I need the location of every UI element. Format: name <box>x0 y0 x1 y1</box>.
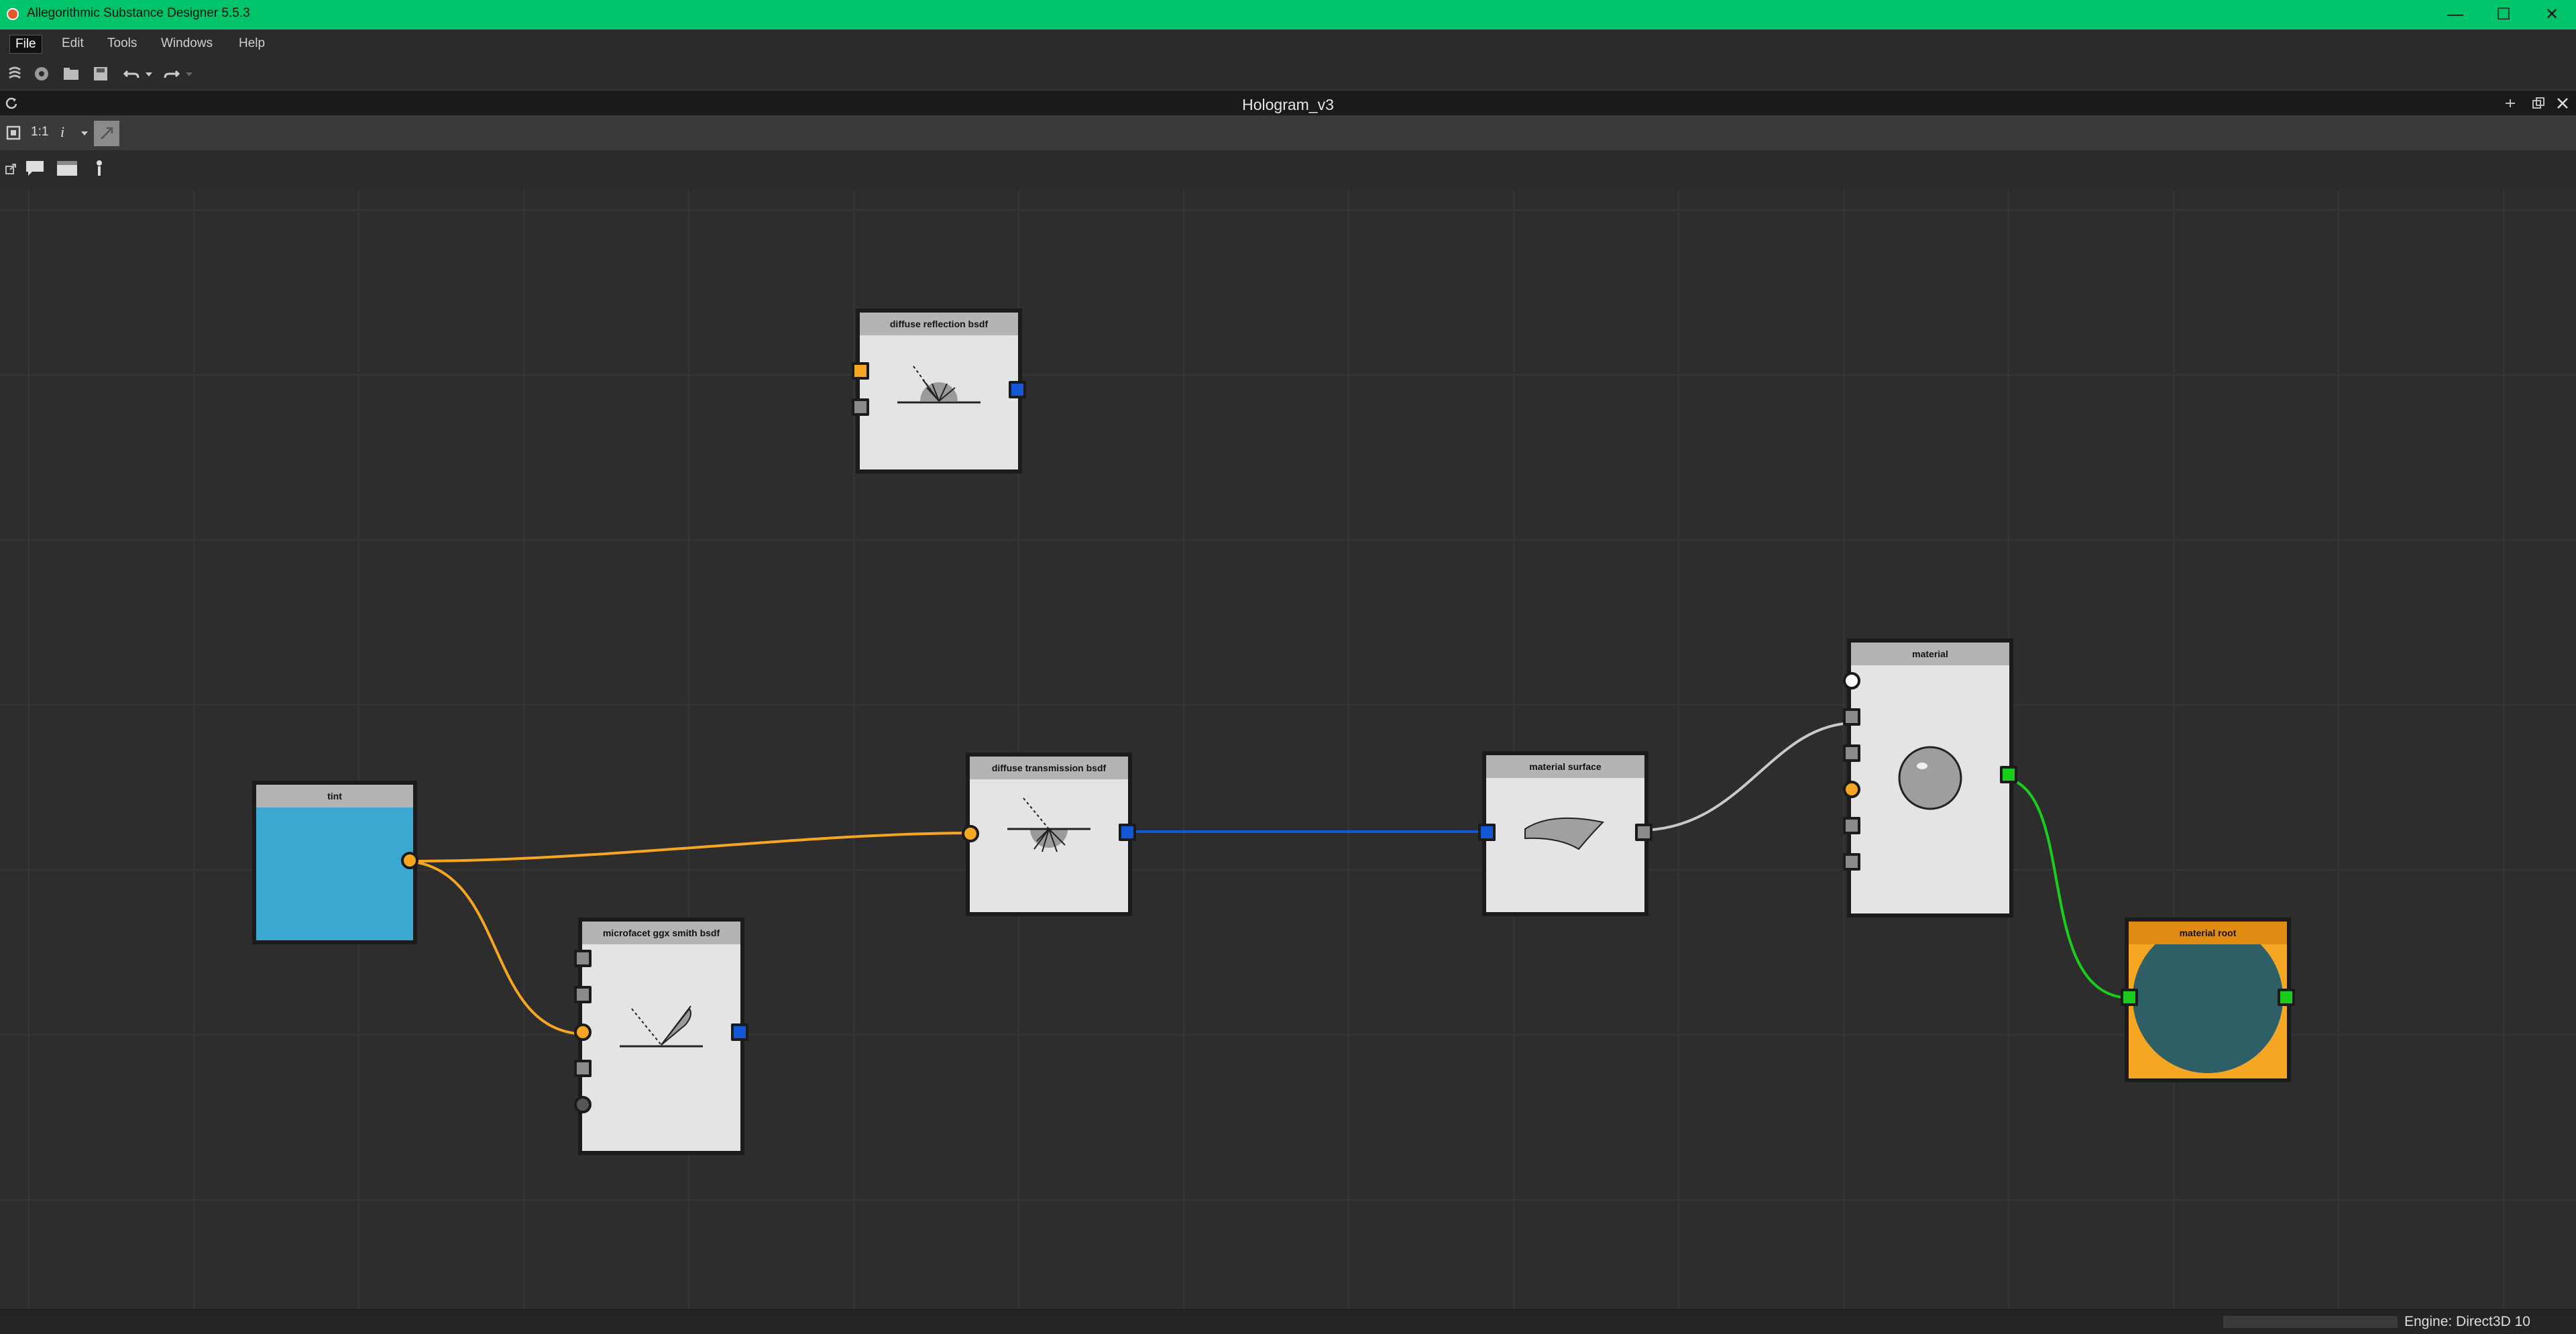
input-port-surface[interactable] <box>1843 708 1860 726</box>
microfacet-icon <box>620 1005 703 1048</box>
comment-icon[interactable] <box>24 158 46 178</box>
menu-tools[interactable]: Tools <box>102 35 142 52</box>
output-port-color[interactable] <box>401 852 418 869</box>
sphere-icon <box>1898 746 1962 810</box>
pin-dot-icon[interactable] <box>93 158 106 178</box>
output-port-material[interactable] <box>2278 989 2295 1006</box>
output-port-bsdf[interactable] <box>1009 381 1026 398</box>
node-title: material surface <box>1486 755 1644 778</box>
frame-icon[interactable] <box>55 158 79 178</box>
node-tint[interactable]: tint <box>252 781 418 944</box>
node-material[interactable]: material <box>1843 638 2017 918</box>
node-material-surface[interactable]: material surface <box>1478 751 1653 916</box>
node-title: diffuse reflection bsdf <box>860 313 1018 335</box>
node-title: microfacet ggx smith bsdf <box>582 922 740 944</box>
undo-icon[interactable] <box>122 64 141 83</box>
input-port[interactable] <box>574 986 592 1003</box>
node-title: diffuse transmission bsdf <box>970 757 1128 779</box>
material-preview-icon <box>2133 944 2283 1073</box>
node-title: material <box>1851 643 2009 665</box>
input-port[interactable] <box>1843 853 1860 871</box>
new-graph-icon[interactable] <box>32 64 51 83</box>
output-port-material[interactable] <box>2000 766 2017 783</box>
engine-status: Engine: Direct3D 10 <box>2404 1314 2530 1329</box>
menu-bar: File Edit Tools Windows Help <box>0 30 2576 58</box>
progress-bar <box>2223 1316 2398 1328</box>
output-port-surface[interactable] <box>1635 824 1653 841</box>
input-port-float[interactable] <box>574 1023 592 1041</box>
menu-edit[interactable]: Edit <box>56 35 89 52</box>
redo-icon[interactable] <box>162 64 181 83</box>
input-port-float[interactable] <box>1843 781 1860 798</box>
output-port-bsdf[interactable] <box>1119 824 1136 841</box>
menu-help[interactable]: Help <box>233 35 270 52</box>
input-port[interactable] <box>1843 672 1860 689</box>
maximize-button[interactable]: ☐ <box>2483 3 2524 27</box>
node-diffuse-reflection-bsdf[interactable]: diffuse reflection bsdf <box>852 309 1026 474</box>
output-port-bsdf[interactable] <box>731 1023 748 1041</box>
info-button[interactable]: i <box>60 123 64 141</box>
input-port-material[interactable] <box>2121 989 2138 1006</box>
menu-windows[interactable]: Windows <box>156 35 218 52</box>
graph-title-bar: Hologram_v3 <box>0 90 2576 117</box>
input-port[interactable] <box>574 1060 592 1077</box>
input-port[interactable] <box>574 1096 592 1113</box>
input-port-float[interactable] <box>962 825 979 842</box>
pin-icon[interactable] <box>2503 96 2518 111</box>
close-button[interactable]: ✕ <box>2532 3 2572 27</box>
input-port[interactable] <box>1843 817 1860 834</box>
undo-dropdown-icon[interactable] <box>144 64 154 83</box>
window-title: Allegorithmic Substance Designer 5.5.3 <box>27 6 250 20</box>
status-bar: Engine: Direct3D 10 <box>0 1309 2576 1334</box>
graph-view-toolbar: 1:1 i <box>0 115 2576 150</box>
input-port[interactable] <box>852 398 869 416</box>
open-folder-icon[interactable] <box>62 64 80 83</box>
float-window-icon[interactable] <box>2531 96 2546 111</box>
input-port-bsdf[interactable] <box>1478 824 1496 841</box>
graph-title: Hologram_v3 <box>1242 96 1334 113</box>
substance-logo-icon[interactable] <box>5 64 24 83</box>
input-port[interactable] <box>574 950 592 967</box>
menu-file[interactable]: File <box>9 35 42 54</box>
link-icon <box>101 127 113 140</box>
main-toolbar <box>0 58 2576 90</box>
minimize-button[interactable]: — <box>2435 3 2475 27</box>
node-diffuse-transmission-bsdf[interactable]: diffuse transmission bsdf <box>962 753 1136 916</box>
node-microfacet-ggx-smith-bsdf[interactable]: microfacet ggx smith bsdf <box>574 918 748 1155</box>
surface-icon <box>1524 817 1605 850</box>
redo-dropdown-icon[interactable] <box>184 64 194 83</box>
title-bar: Allegorithmic Substance Designer 5.5.3 —… <box>0 0 2576 30</box>
save-icon[interactable] <box>91 64 110 83</box>
info-dropdown-icon[interactable] <box>79 126 90 140</box>
open-external-icon[interactable] <box>4 162 17 176</box>
fit-view-icon[interactable] <box>5 125 21 141</box>
graph-canvas[interactable] <box>0 189 2576 1309</box>
input-port-float[interactable] <box>852 362 869 380</box>
node-title: tint <box>256 785 413 808</box>
diffuse-transmission-icon <box>1007 797 1090 852</box>
node-title: material root <box>2129 922 2287 944</box>
node-material-root[interactable]: material root <box>2121 918 2295 1082</box>
app-logo-icon <box>7 8 19 20</box>
close-graph-icon[interactable] <box>2555 96 2570 111</box>
link-tool-button[interactable] <box>94 121 119 146</box>
zoom-1to1-button[interactable]: 1:1 <box>31 125 48 140</box>
diffuse-reflection-icon <box>897 366 981 404</box>
input-port[interactable] <box>1843 744 1860 762</box>
graph-tools-bar <box>0 150 2576 190</box>
